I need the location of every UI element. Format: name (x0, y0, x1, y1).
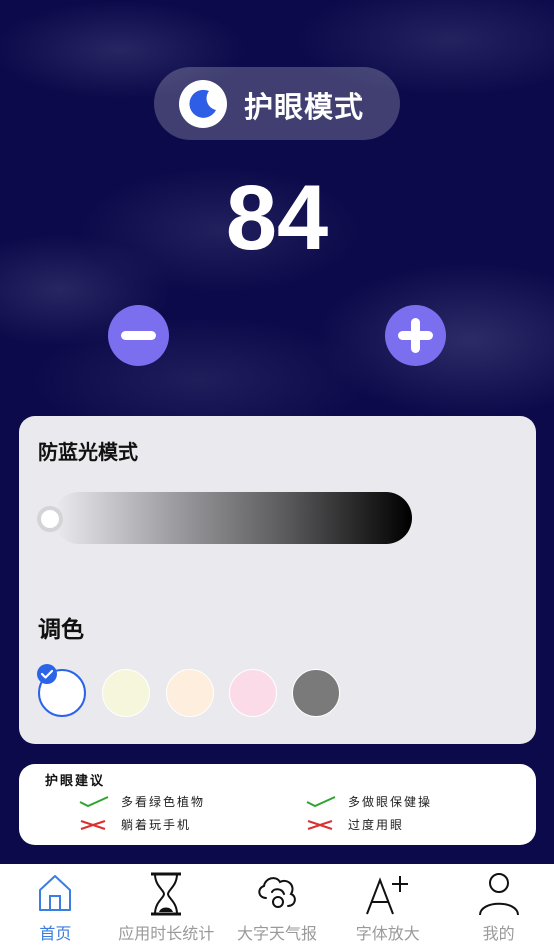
increase-button[interactable] (385, 305, 446, 366)
bluelight-label: 防蓝光模式 (38, 440, 138, 464)
bluelight-slider-track[interactable] (53, 492, 412, 544)
cross-icon (80, 820, 106, 830)
tab-label-profile: 我的 (482, 924, 515, 943)
tab-label-usage-stats: 应用时长统计 (118, 924, 215, 943)
check-icon (79, 796, 109, 808)
color-swatch-pink[interactable] (229, 669, 277, 717)
tips-title: 护眼建议 (45, 774, 106, 789)
tip-dont-1: 躺着玩手机 (121, 818, 192, 832)
color-swatch-peach[interactable] (166, 669, 214, 717)
eye-mode-badge[interactable]: 护眼模式 (154, 67, 400, 140)
profile-icon (478, 873, 519, 916)
color-swatch-cream[interactable] (102, 669, 150, 717)
color-label: 调色 (38, 617, 84, 643)
cross-icon (307, 820, 333, 830)
tab-label-font-size: 字体放大 (355, 924, 420, 943)
tip-dont-2: 过度用眼 (348, 818, 405, 832)
tab-label-weather: 大字天气报 (236, 924, 317, 943)
bottom-tab-bar: 首页 应用时长统计 大字天气报 字体放大 我的 (0, 864, 554, 952)
tip-do-1: 多看绿色植物 (121, 795, 206, 809)
bluelight-slider-knob[interactable] (37, 506, 63, 532)
minus-icon (121, 331, 156, 340)
tab-profile[interactable]: 我的 (443, 864, 554, 952)
hourglass-icon (151, 872, 182, 916)
eye-protection-value: 84 (225, 167, 329, 269)
plus-icon (398, 318, 433, 353)
color-swatch-gray[interactable] (292, 669, 340, 717)
font-size-icon (365, 876, 408, 915)
tab-font-size[interactable]: 字体放大 (332, 864, 443, 952)
decrease-button[interactable] (108, 305, 169, 366)
mode-title: 护眼模式 (244, 90, 365, 124)
selected-check-icon (37, 664, 57, 684)
check-icon (306, 796, 336, 808)
weather-icon (258, 877, 296, 908)
tip-do-2: 多做眼保健操 (348, 795, 433, 809)
tab-usage-stats[interactable]: 应用时长统计 (111, 864, 222, 952)
home-icon (39, 875, 72, 911)
tab-label-home: 首页 (39, 924, 72, 943)
tab-home[interactable]: 首页 (0, 864, 111, 952)
moon-icon (179, 80, 227, 128)
settings-panel: 防蓝光模式 调色 (19, 416, 536, 744)
eye-care-tips-card: 护眼建议 多看绿色植物 多做眼保健操 躺着玩手机 过度用眼 (19, 764, 536, 845)
tab-weather[interactable]: 大字天气报 (222, 864, 333, 952)
